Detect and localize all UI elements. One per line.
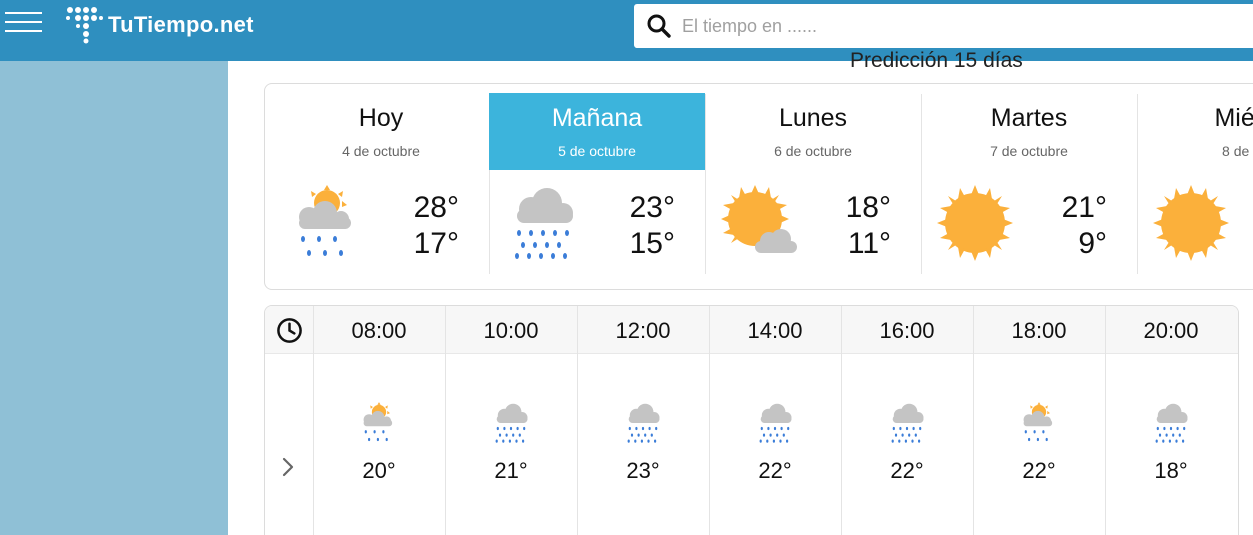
- day-header: Lunes 6 de octubre: [705, 93, 921, 170]
- sun-icon: [1151, 183, 1231, 263]
- day-header-active: Mañana 5 de octubre: [489, 93, 705, 170]
- day-card-lunes[interactable]: Lunes 6 de octubre 18° 11°: [705, 93, 921, 275]
- day-date: 7 de octubre: [990, 143, 1068, 159]
- max-temp: 23°: [629, 191, 675, 224]
- hour-label: 12:00: [615, 318, 671, 343]
- max-temp: 28°: [413, 191, 459, 224]
- sun-icon: [935, 183, 1015, 263]
- hour-label: 10:00: [483, 318, 539, 343]
- hour-label: 20:00: [1143, 318, 1199, 343]
- day-date: 4 de octubre: [342, 143, 420, 159]
- clock-icon: [276, 317, 303, 344]
- sun-cloud-rain-icon: [357, 401, 401, 445]
- logo-dots-icon: [66, 7, 103, 44]
- sun-small-cloud-icon: [719, 183, 799, 263]
- site-logo[interactable]: TuTiempo.net: [64, 6, 254, 44]
- day-card-manana[interactable]: Mañana 5 de octubre 23° 15°: [489, 93, 705, 275]
- cloud-rain-icon: [1149, 401, 1193, 445]
- hour-temp: 21°: [494, 458, 528, 483]
- cloud-rain-icon: [489, 401, 533, 445]
- day-header: Hoy 4 de octubre: [273, 93, 489, 170]
- hour-label: 14:00: [747, 318, 803, 343]
- day-card-miercoles[interactable]: Miérc 8 de oc: [1137, 93, 1253, 275]
- day-card-hoy[interactable]: Hoy 4 de octubre 28° 17°: [273, 93, 489, 275]
- hamburger-menu-icon[interactable]: [5, 12, 43, 36]
- search-icon[interactable]: [646, 13, 672, 39]
- section-title: Predicción 15 días: [850, 49, 1023, 72]
- hour-label: 16:00: [879, 318, 935, 343]
- day-name: Martes: [990, 104, 1068, 132]
- sidebar: [0, 61, 228, 535]
- min-temp: 17°: [413, 227, 459, 260]
- min-temp: 11°: [847, 227, 891, 260]
- day-name: Lunes: [778, 104, 848, 132]
- hour-temp: 20°: [362, 458, 396, 483]
- search-input[interactable]: [682, 15, 1222, 37]
- search-box[interactable]: [634, 4, 1253, 48]
- sun-cloud-rain-icon: [1017, 401, 1061, 445]
- cloud-rain-icon: [753, 401, 797, 445]
- daily-forecast: Hoy 4 de octubre 28° 17° Mañana 5 de oct…: [264, 83, 1253, 290]
- max-temp: 21°: [1061, 191, 1107, 224]
- day-header: Miérc 8 de oc: [1137, 93, 1253, 170]
- day-name: Miérc: [1214, 104, 1253, 132]
- chevron-right-icon[interactable]: [281, 456, 295, 478]
- hour-label: 18:00: [1011, 318, 1067, 343]
- min-temp: 15°: [629, 227, 675, 260]
- cloud-rain-icon: [885, 401, 929, 445]
- day-date: 5 de octubre: [558, 143, 636, 159]
- cloud-rain-icon: [621, 401, 665, 445]
- logo-text: TuTiempo.net: [108, 12, 254, 37]
- page: TuTiempo.net Predicción 15 días Hoy 4 de…: [0, 0, 1253, 535]
- hour-temp: 23°: [626, 458, 660, 483]
- day-date: 6 de octubre: [774, 143, 852, 159]
- day-date: 8 de oc: [1222, 143, 1253, 159]
- cloud-rain-icon: [503, 183, 583, 263]
- max-temp: 18°: [845, 191, 891, 224]
- top-bar: TuTiempo.net: [0, 0, 1253, 61]
- hour-label: 08:00: [351, 318, 407, 343]
- hour-temp: 22°: [758, 458, 792, 483]
- sun-cloud-rain-icon: [287, 183, 367, 263]
- day-card-martes[interactable]: Martes 7 de octubre 21° 9°: [921, 93, 1137, 275]
- day-name: Hoy: [358, 104, 404, 132]
- hour-temp: 22°: [890, 458, 924, 483]
- min-temp: 9°: [1078, 227, 1107, 260]
- hour-temp: 18°: [1154, 458, 1188, 483]
- day-name: Mañana: [551, 104, 643, 132]
- day-header: Martes 7 de octubre: [921, 93, 1137, 170]
- hour-temp: 22°: [1022, 458, 1056, 483]
- hourly-forecast: 08:00 10:00 12:00 14:00 16:00 18:00 20:0…: [264, 305, 1239, 535]
